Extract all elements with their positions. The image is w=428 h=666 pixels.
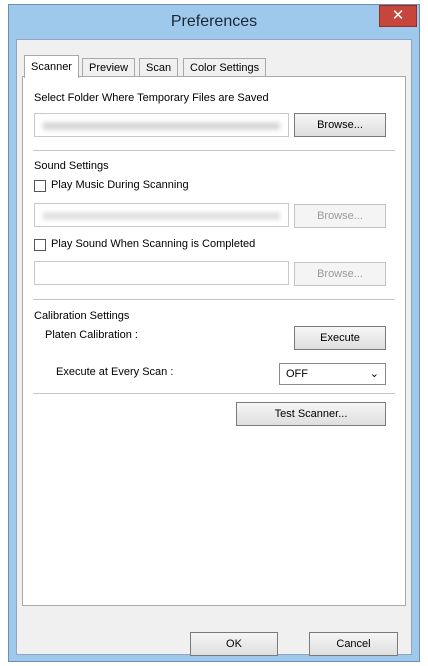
chevron-down-icon: ⌄ (369, 368, 379, 380)
title-bar: Preferences ✕ (9, 5, 419, 39)
blurred-path (43, 122, 280, 130)
temp-folder-heading: Select Folder Where Temporary Files are … (34, 92, 269, 104)
execute-button[interactable]: Execute (294, 326, 386, 350)
tab-scan[interactable]: Scan (139, 58, 179, 77)
scanner-tab-panel: Select Folder Where Temporary Files are … (22, 76, 406, 606)
dialog-body: Scanner Preview Scan Color Settings Sele… (16, 39, 412, 656)
temp-folder-path-field[interactable] (34, 113, 289, 137)
play-sound-complete-checkbox[interactable] (34, 239, 46, 251)
tab-preview[interactable]: Preview (82, 58, 136, 77)
preferences-dialog: Preferences ✕ Scanner Preview Scan Color… (8, 4, 420, 662)
close-button[interactable]: ✕ (379, 5, 417, 27)
separator (33, 150, 395, 151)
platen-calibration-label: Platen Calibration : (45, 329, 138, 341)
test-scanner-button[interactable]: Test Scanner... (236, 402, 386, 426)
calibration-settings-heading: Calibration Settings (34, 310, 130, 322)
play-music-label: Play Music During Scanning (51, 179, 189, 191)
sound-settings-heading: Sound Settings (34, 160, 109, 172)
blurred-path (43, 212, 280, 220)
execute-every-scan-value: OFF (286, 368, 308, 380)
execute-every-scan-select[interactable]: OFF ⌄ (279, 363, 386, 385)
execute-every-scan-label: Execute at Every Scan : (56, 366, 174, 378)
ok-button[interactable]: OK (190, 632, 278, 656)
temp-folder-browse-button[interactable]: Browse... (294, 113, 386, 137)
dialog-title: Preferences (170, 13, 258, 30)
close-icon: ✕ (391, 7, 405, 24)
music-file-field[interactable] (34, 203, 289, 227)
cancel-button[interactable]: Cancel (309, 632, 398, 656)
tab-scanner[interactable]: Scanner (24, 55, 79, 78)
separator (33, 299, 395, 300)
complete-sound-file-field[interactable] (34, 261, 289, 285)
play-sound-complete-label: Play Sound When Scanning is Completed (51, 238, 256, 250)
tab-color-settings[interactable]: Color Settings (183, 58, 267, 77)
music-browse-button[interactable]: Browse... (294, 204, 386, 228)
play-music-checkbox[interactable] (34, 180, 46, 192)
complete-sound-browse-button[interactable]: Browse... (294, 262, 386, 286)
separator (33, 393, 395, 394)
